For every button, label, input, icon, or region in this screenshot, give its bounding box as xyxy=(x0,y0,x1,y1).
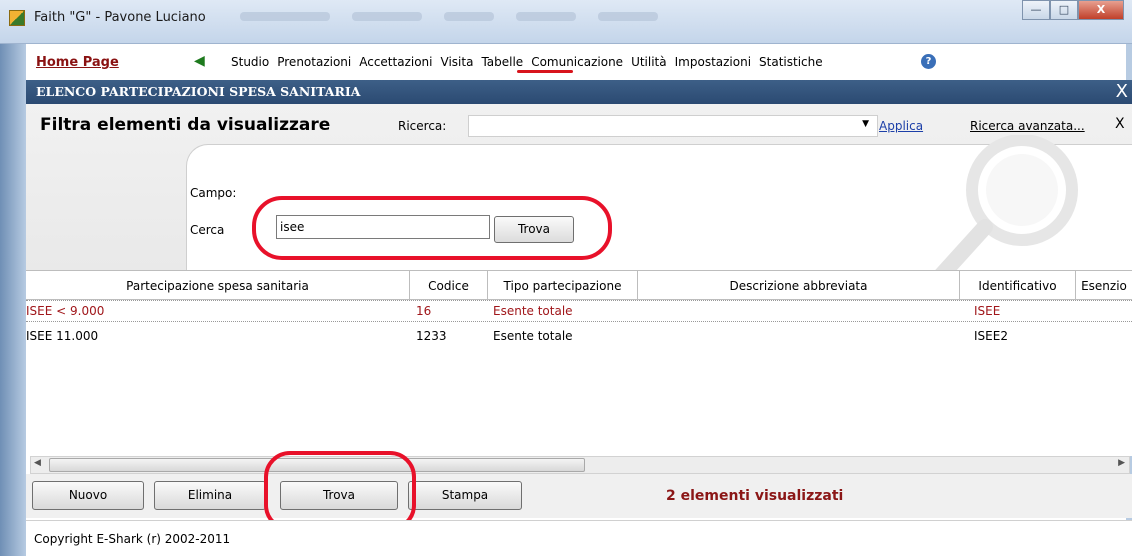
elimina-button[interactable]: Elimina xyxy=(154,481,266,510)
ricerca-label: Ricerca: xyxy=(398,119,447,133)
close-section-icon[interactable]: X xyxy=(1116,81,1128,102)
blurred-taskbar-tabs xyxy=(240,12,658,21)
cell-identificativo: ISEE2 xyxy=(974,329,1008,343)
magnifier-watermark-icon xyxy=(929,135,1078,285)
section-title: ELENCO PARTECIPAZIONI SPESA SANITARIA xyxy=(36,84,361,99)
window-frame-left xyxy=(0,44,26,556)
footer: Copyright E-Shark (r) 2002-2011 xyxy=(26,520,1132,556)
table-header: Partecipazione spesa sanitaria Codice Ti… xyxy=(26,270,1132,301)
action-bar: Nuovo Elimina Trova Stampa 2 elementi vi… xyxy=(26,474,1132,518)
annotation-oval-search xyxy=(252,196,612,260)
scroll-left-icon[interactable]: ◀ xyxy=(34,458,41,468)
table-row[interactable]: ISEE 11.000 1233 Esente totale ISEE2 xyxy=(26,326,1132,348)
table-row[interactable]: ISEE < 9.000 16 Esente totale ISEE xyxy=(26,300,1132,322)
annotation-oval-trova xyxy=(264,451,416,531)
cell-codice: 1233 xyxy=(416,329,447,343)
results-table: Partecipazione spesa sanitaria Codice Ti… xyxy=(26,270,1132,474)
menu-item-tabelle[interactable]: Tabelle xyxy=(481,55,523,69)
ricerca-avanzata-link[interactable]: Ricerca avanzata... xyxy=(970,119,1085,133)
menu-items: Studio Prenotazioni Accettazioni Visita … xyxy=(231,55,823,69)
col-identificativo[interactable]: Identificativo xyxy=(960,271,1076,301)
menu-item-utilita[interactable]: Utilità xyxy=(631,55,667,69)
window-titlebar: Faith "G" - Pavone Luciano — □ X xyxy=(0,0,1132,44)
cell-partecipazione: ISEE 11.000 xyxy=(26,329,99,343)
ricerca-select[interactable]: ▼ xyxy=(468,115,878,137)
section-header: ELENCO PARTECIPAZIONI SPESA SANITARIA X xyxy=(26,80,1132,104)
dropdown-arrow-icon[interactable]: ▼ xyxy=(862,119,869,129)
scroll-right-icon[interactable]: ▶ xyxy=(1118,458,1125,468)
menu-item-accettazioni[interactable]: Accettazioni xyxy=(359,55,432,69)
back-arrow-icon[interactable]: ◀ xyxy=(194,54,208,68)
menu-item-studio[interactable]: Studio xyxy=(231,55,269,69)
col-tipo[interactable]: Tipo partecipazione xyxy=(488,271,638,301)
menu-item-prenotazioni[interactable]: Prenotazioni xyxy=(277,55,351,69)
menu-item-impostazioni[interactable]: Impostazioni xyxy=(675,55,751,69)
menu-item-visita[interactable]: Visita xyxy=(441,55,474,69)
results-count: 2 elementi visualizzati xyxy=(666,488,844,504)
copyright-text: Copyright E-Shark (r) 2002-2011 xyxy=(34,532,231,546)
window-title: Faith "G" - Pavone Luciano xyxy=(34,10,206,25)
col-esenzione[interactable]: Esenzio xyxy=(1076,271,1132,301)
menu-item-statistiche[interactable]: Statistiche xyxy=(759,55,823,69)
campo-label: Campo: xyxy=(190,186,237,200)
home-page-link[interactable]: Home Page xyxy=(36,55,119,70)
applica-link[interactable]: Applica xyxy=(879,119,923,133)
cell-partecipazione: ISEE < 9.000 xyxy=(26,304,105,318)
cell-tipo: Esente totale xyxy=(493,304,573,318)
app-icon xyxy=(9,10,25,26)
col-partecipazione[interactable]: Partecipazione spesa sanitaria xyxy=(26,271,410,301)
cell-tipo: Esente totale xyxy=(493,329,573,343)
filter-close-icon[interactable]: X xyxy=(1115,116,1125,132)
maximize-button[interactable]: □ xyxy=(1050,0,1078,20)
close-window-button[interactable]: X xyxy=(1078,0,1124,20)
minimize-button[interactable]: — xyxy=(1022,0,1050,20)
cerca-label: Cerca xyxy=(190,223,225,237)
filter-title: Filtra elementi da visualizzare xyxy=(40,115,331,135)
stampa-button[interactable]: Stampa xyxy=(408,481,522,510)
help-icon[interactable]: ? xyxy=(921,54,936,69)
window-controls: — □ X xyxy=(1022,0,1124,20)
col-descrizione[interactable]: Descrizione abbreviata xyxy=(638,271,960,301)
menu-item-comunicazione[interactable]: Comunicazione xyxy=(531,55,623,69)
tabelle-highlight-underline xyxy=(517,70,573,73)
menu-bar: Home Page ◀ Studio Prenotazioni Accettaz… xyxy=(26,52,1126,74)
horizontal-scrollbar[interactable]: ◀ ▶ xyxy=(30,456,1130,474)
cell-codice: 16 xyxy=(416,304,432,318)
nuovo-button[interactable]: Nuovo xyxy=(32,481,144,510)
cell-identificativo: ISEE xyxy=(974,304,1001,318)
col-codice[interactable]: Codice xyxy=(410,271,488,301)
